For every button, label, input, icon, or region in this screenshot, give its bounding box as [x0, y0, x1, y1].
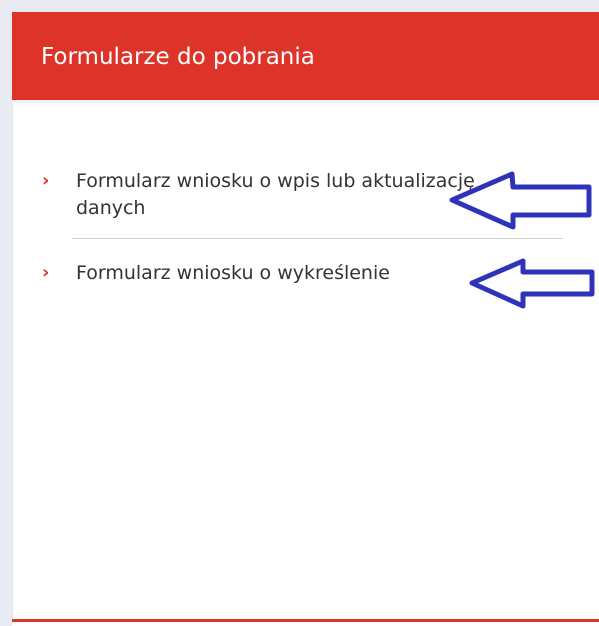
header-shadow	[12, 100, 599, 103]
chevron-right-icon: ›	[42, 170, 50, 191]
downloads-panel: Formularze do pobrania › Formularz wnios…	[12, 12, 599, 626]
chevron-right-icon: ›	[42, 262, 50, 283]
panel-bottom-accent	[12, 619, 599, 622]
panel-left-border	[12, 103, 13, 623]
left-arrow-icon	[449, 171, 592, 230]
panel-title: Formularze do pobrania	[41, 44, 315, 70]
list-separator	[72, 238, 563, 239]
left-arrow-icon	[469, 258, 595, 309]
download-link-label: Formularz wniosku o wykreślenie	[76, 262, 390, 284]
panel-header: Formularze do pobrania	[12, 12, 599, 100]
left-arrow-icon-shape	[469, 258, 595, 309]
download-link-label: Formularz wniosku o wpis lub aktualizacj…	[76, 170, 475, 219]
left-arrow-icon-shape	[449, 171, 592, 230]
